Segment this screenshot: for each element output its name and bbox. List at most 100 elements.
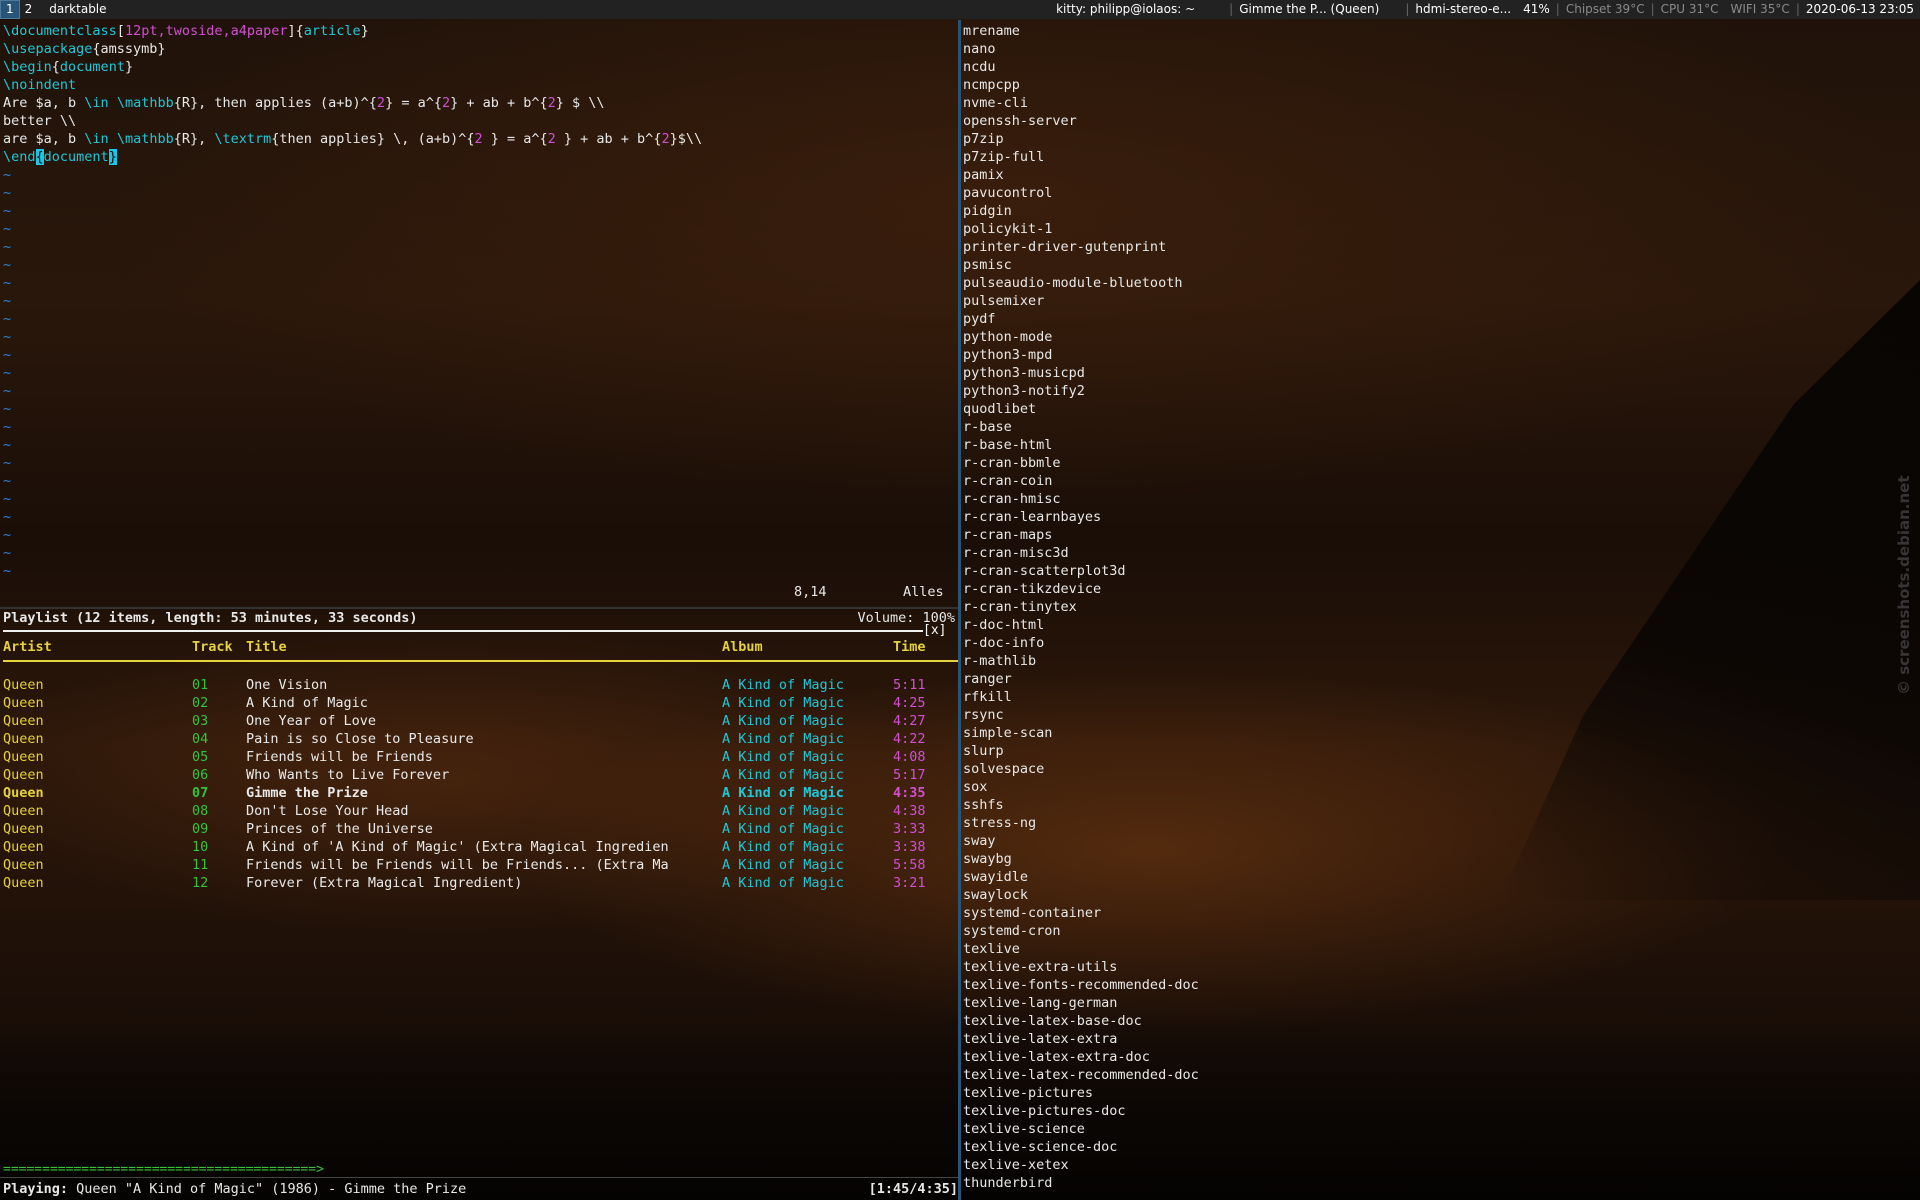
column-title[interactable]: Title: [246, 638, 722, 656]
text-cursor: }: [108, 149, 117, 165]
code-token: } = a^{: [385, 95, 442, 111]
header-rule: [x]: [3, 623, 946, 638]
volume-level[interactable]: 41%: [1517, 0, 1556, 19]
playlist-row[interactable]: Queen 03 One Year of Love A Kind of Magic 4:…: [0, 712, 958, 730]
ncmpcpp-player-pane[interactable]: Playlist (12 items, length: 53 minutes, …: [0, 609, 958, 1200]
cell-track: 11: [192, 857, 209, 873]
package-item: sway: [963, 833, 996, 849]
tilde-marker: ~: [3, 365, 12, 381]
playlist-row[interactable]: Queen 01 One Vision A Kind of Magic 5:11: [0, 676, 958, 694]
playlist: Queen 01 One Vision A Kind of Magic 5:11 Quee…: [0, 676, 958, 892]
tilde-marker: ~: [3, 527, 12, 543]
column-artist[interactable]: Artist: [0, 638, 192, 656]
playlist-row[interactable]: Queen 10 A Kind of 'A Kind of Magic' (Extr…: [0, 838, 958, 856]
package-item: swayidle: [963, 869, 1029, 885]
editor-line[interactable]: better \\: [0, 112, 958, 130]
package-item: p7zip-full: [963, 149, 1045, 165]
audio-sink[interactable]: hdmi-stereo-e...: [1409, 0, 1517, 19]
workspace-2-button[interactable]: 2: [20, 0, 38, 19]
cell-title: One Year of Love: [246, 713, 377, 729]
cell-artist: Queen: [3, 695, 44, 711]
cell-title: A Kind of Magic: [246, 695, 368, 711]
wifi-temp: WIFI 35°C: [1730, 2, 1790, 16]
cell-track: 08: [192, 803, 209, 819]
cell-time: 5:11: [893, 677, 926, 693]
cell-track: 03: [192, 713, 209, 729]
code-token: better \\: [3, 113, 77, 129]
cell-title: Don't Lose Your Head: [246, 803, 409, 819]
package-item: ncmpcpp: [963, 77, 1020, 93]
code-token: } + ab + b^{: [555, 131, 662, 147]
cell-artist: Queen: [3, 803, 44, 819]
package-item: python3-notify2: [963, 383, 1085, 399]
playlist-row-playing[interactable]: Queen 07 Gimme the Prize A Kind of Magic 4:3…: [0, 784, 958, 802]
code-token: 12pt,twoside,a4paper: [124, 23, 288, 39]
tilde-marker: ~: [3, 239, 12, 255]
now-playing-track: Queen "A Kind of Magic" (1986) - Gimme t…: [68, 1181, 467, 1197]
playlist-row[interactable]: Queen 02 A Kind of Magic A Kind of Magic 4:2…: [0, 694, 958, 712]
status-blocks: kitty: philipp@iolaos: ~ | Gimme the P..…: [1050, 0, 1920, 19]
package-item: r-cran-scatterplot3d: [963, 563, 1126, 579]
editor-line[interactable]: \begin{document}: [0, 58, 958, 76]
playlist-row[interactable]: Queen 05 Friends will be Friends A Kind of …: [0, 748, 958, 766]
vim-editor-pane[interactable]: \documentclass[12pt,twoside,a4paper]{art…: [0, 22, 958, 607]
code-token: {: [51, 59, 60, 75]
playlist-row[interactable]: Queen 12 Forever (Extra Magical Ingredient…: [0, 874, 958, 892]
cell-album: A Kind of Magic: [722, 677, 844, 693]
status-bar: 1 2 darktable kitty: philipp@iolaos: ~ |…: [0, 0, 1920, 19]
tilde-marker: ~: [3, 257, 12, 273]
cell-track: 05: [192, 749, 209, 765]
code-token: [: [116, 23, 125, 39]
column-album[interactable]: Album: [722, 638, 893, 656]
code-token: {R}, then applies (a+b)^{: [173, 95, 377, 111]
editor-line[interactable]: \usepackage{amssymb}: [0, 40, 958, 58]
package-item: ncdu: [963, 59, 996, 75]
cell-time: 4:27: [893, 713, 926, 729]
package-item: r-cran-coin: [963, 473, 1053, 489]
tilde-marker: ~: [3, 275, 12, 291]
package-item: solvespace: [963, 761, 1045, 777]
package-item: policykit-1: [963, 221, 1053, 237]
package-item: thunderbird: [963, 1175, 1053, 1191]
playlist-row[interactable]: Queen 08 Don't Lose Your Head A Kind of Mag…: [0, 802, 958, 820]
tilde-marker: ~: [3, 383, 12, 399]
package-item: sox: [963, 779, 988, 795]
close-button[interactable]: [x]: [923, 622, 946, 640]
media-status[interactable]: Gimme the P... (Queen): [1233, 0, 1385, 19]
package-item: swaylock: [963, 887, 1029, 903]
cell-time: 4:25: [893, 695, 926, 711]
cell-track: 02: [192, 695, 209, 711]
cell-album: A Kind of Magic: [722, 875, 844, 891]
playlist-row[interactable]: Queen 06 Who Wants to Live Forever A Kind o…: [0, 766, 958, 784]
package-item: r-base: [963, 419, 1012, 435]
cell-album: A Kind of Magic: [722, 731, 844, 747]
text-cursor: {: [35, 149, 44, 165]
playlist-row[interactable]: Queen 09 Princes of the Universe A Kind of …: [0, 820, 958, 838]
tilde-marker: ~: [3, 293, 12, 309]
package-item: printer-driver-gutenprint: [963, 239, 1167, 255]
column-track[interactable]: Track: [192, 638, 246, 656]
package-list: mrename nano ncdu ncmpcpp nvme-cli openssh-se…: [961, 22, 1920, 1192]
editor-line[interactable]: are $a, b \in \mathbb{R}, \textrm{then a…: [0, 130, 958, 148]
code-token: 2: [441, 95, 451, 111]
code-token: 2: [661, 131, 670, 147]
cell-time: 4:08: [893, 749, 926, 765]
vim-ruler: 8,14 Alles: [0, 583, 958, 601]
focused-app-title: darktable: [49, 2, 107, 16]
package-list-terminal[interactable]: mrename nano ncdu ncmpcpp nvme-cli openssh-se…: [961, 22, 1920, 1200]
editor-line[interactable]: \end{document}: [0, 148, 958, 166]
column-time[interactable]: Time: [893, 638, 953, 656]
editor-line[interactable]: \noindent: [0, 76, 958, 94]
code-token: \usepackage: [3, 41, 93, 57]
playlist-row[interactable]: Queen 04 Pain is so Close to Pleasure A Kin…: [0, 730, 958, 748]
cell-track: 04: [192, 731, 209, 747]
now-playing-bar: Playing: Queen "A Kind of Magic" (1986) …: [0, 1180, 958, 1198]
package-item: texlive-science: [963, 1121, 1085, 1137]
workspace-1-button[interactable]: 1: [0, 0, 20, 19]
cell-album: A Kind of Magic: [722, 695, 844, 711]
editor-line[interactable]: \documentclass[12pt,twoside,a4paper]{art…: [0, 22, 958, 40]
playlist-row[interactable]: Queen 11 Friends will be Friends will be F…: [0, 856, 958, 874]
editor-buffer[interactable]: \documentclass[12pt,twoside,a4paper]{art…: [0, 22, 958, 166]
editor-line[interactable]: Are $a, b \in \mathbb{R}, then applies (…: [0, 94, 958, 112]
